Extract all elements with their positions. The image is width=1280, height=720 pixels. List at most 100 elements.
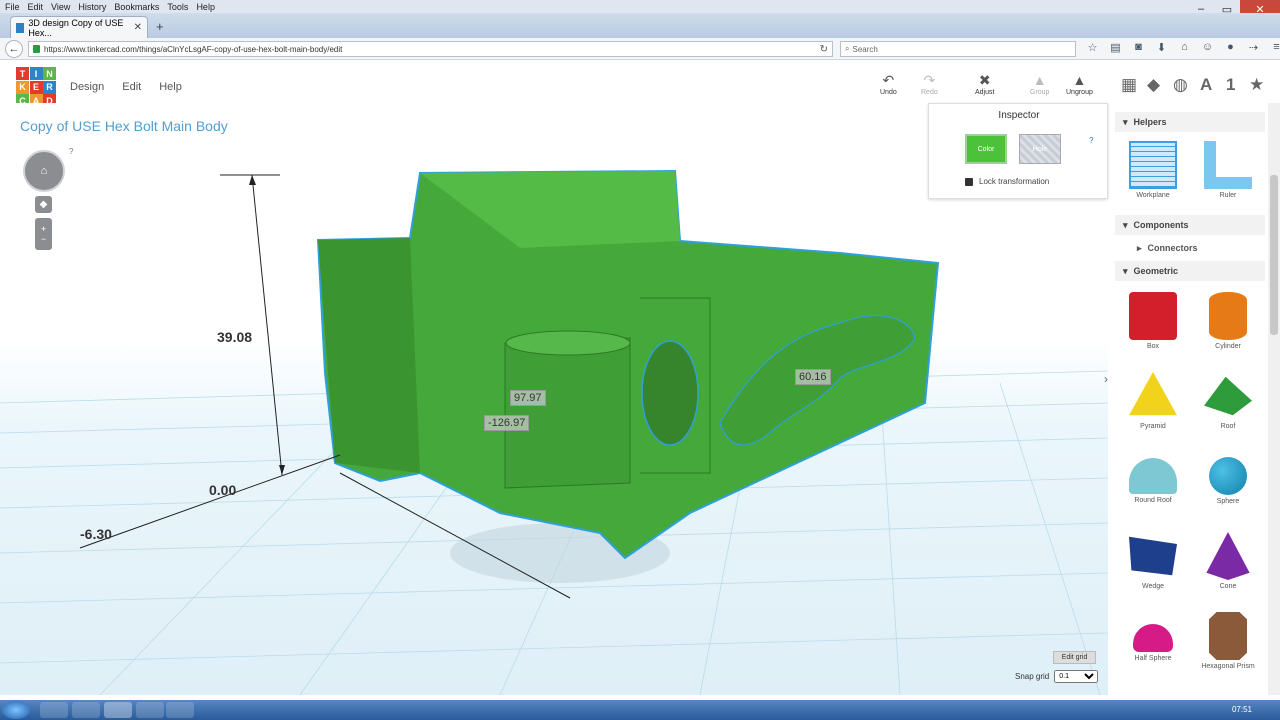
group-label: Group — [1030, 89, 1050, 96]
menu-tools[interactable]: Tools — [167, 2, 188, 12]
start-button[interactable] — [2, 701, 30, 719]
url-bar[interactable]: https://www.tinkercad.com/things/aClnYcL… — [28, 41, 833, 57]
box-label: Box — [1146, 343, 1160, 350]
height-dimension[interactable]: 39.08 — [217, 329, 252, 345]
shape-cone[interactable]: Cone — [1198, 532, 1258, 590]
zoom-out-icon[interactable]: − — [41, 234, 46, 244]
menu-edit[interactable]: Edit — [28, 2, 44, 12]
dimension-box-2[interactable]: -126.97 — [484, 415, 530, 431]
workplane-view-icon[interactable]: ▦ — [1121, 75, 1137, 95]
section-helpers[interactable]: ▾ Helpers — [1115, 112, 1265, 132]
inspector-help-mark[interactable]: ? — [1089, 136, 1093, 145]
sync-icon[interactable]: ☺ — [1200, 41, 1215, 54]
shape-half-sphere[interactable]: Half Sphere — [1123, 612, 1183, 662]
fit-view-button[interactable]: ◆ — [35, 196, 52, 213]
collapse-panel-icon[interactable]: › — [1104, 372, 1108, 386]
app-menu: Design Edit Help — [70, 81, 182, 93]
snap-grid-select[interactable]: 0.1 — [1054, 670, 1099, 683]
adjust-icon: ✖ — [978, 72, 991, 88]
zero-dimension[interactable]: 0.00 — [209, 482, 236, 498]
zoom-control[interactable]: + − — [35, 218, 52, 250]
snap-grid-control: Snap grid 0.1 — [1015, 670, 1099, 683]
round-roof-icon — [1129, 458, 1177, 494]
explorer-icon[interactable] — [40, 702, 68, 718]
home-icon[interactable]: ⌂ — [1177, 41, 1192, 54]
app-menu-design[interactable]: Design — [70, 81, 104, 93]
ie-icon[interactable] — [136, 702, 164, 718]
menu-history[interactable]: History — [78, 2, 106, 12]
bookmark-star-icon[interactable]: ☆ — [1085, 41, 1100, 54]
browser-tab[interactable]: 3D design Copy of USE Hex... ✕ — [10, 16, 148, 38]
shape-box[interactable]: Box — [1123, 292, 1183, 350]
share-icon[interactable]: ⇢ — [1246, 41, 1261, 54]
menu-help[interactable]: Help — [196, 2, 215, 12]
shape-sphere[interactable]: Sphere — [1198, 452, 1258, 505]
cube-view-icon[interactable]: ◆ — [1147, 75, 1160, 95]
media-icon[interactable] — [72, 702, 100, 718]
sphere-view-icon[interactable]: ◍ — [1173, 75, 1188, 95]
firefox-icon[interactable] — [104, 702, 132, 718]
menu-view[interactable]: View — [51, 2, 70, 12]
shape-ruler[interactable]: Ruler — [1198, 141, 1258, 199]
color-swatch[interactable]: Color — [965, 134, 1007, 164]
half-sphere-icon — [1133, 624, 1173, 652]
dimension-box-1[interactable]: 97.97 — [510, 390, 546, 406]
undo-label: Undo — [880, 89, 897, 96]
redo-button[interactable]: ↷ Redo — [921, 72, 938, 96]
half-sphere-label: Half Sphere — [1134, 655, 1172, 662]
nav-help-mark[interactable]: ? — [69, 147, 73, 156]
zoom-in-icon[interactable]: + — [41, 224, 46, 234]
adjust-button[interactable]: ✖ Adjust — [975, 72, 994, 96]
pocket-icon[interactable]: ◙ — [1131, 41, 1146, 54]
x-offset-dimension[interactable]: -6.30 — [80, 526, 112, 542]
edit-grid-button[interactable]: Edit grid — [1053, 651, 1096, 664]
hamburger-menu-icon[interactable]: ≡ — [1269, 41, 1280, 54]
addon-icon[interactable]: ● — [1223, 41, 1238, 54]
undo-button[interactable]: ↶ Undo — [880, 72, 897, 96]
lock-transformation-toggle[interactable]: Lock transformation — [965, 177, 1049, 186]
panel-scrollbar-thumb[interactable] — [1270, 175, 1278, 335]
shape-cylinder[interactable]: Cylinder — [1198, 292, 1258, 350]
close-tab-icon[interactable]: ✕ — [134, 22, 142, 33]
shape-wedge[interactable]: Wedge — [1123, 532, 1183, 590]
favorites-star-icon[interactable]: ★ — [1249, 75, 1264, 95]
section-components[interactable]: ▾ Components — [1115, 215, 1265, 235]
reload-icon[interactable]: ↻ — [820, 44, 828, 55]
app-menu-help[interactable]: Help — [159, 81, 182, 93]
ungroup-button[interactable]: ▲ Ungroup — [1066, 72, 1093, 96]
hole-label: Hole — [1032, 145, 1048, 153]
hole-swatch[interactable]: Hole — [1019, 134, 1061, 164]
browser-menubar: File Edit View History Bookmarks Tools H… — [0, 0, 1280, 13]
number-shapes-icon[interactable]: 1 — [1226, 75, 1235, 95]
new-tab-button[interactable]: + — [156, 19, 164, 34]
shape-round-roof[interactable]: Round Roof — [1123, 452, 1183, 504]
home-view-icon[interactable]: ⌂ — [41, 165, 48, 177]
hex-bolt-model[interactable] — [316, 169, 940, 560]
inspector-title: Inspector — [998, 110, 1040, 121]
browser-toolbar-icons: ☆ ▤ ◙ ⬇ ⌂ ☺ ● ⇢ ≡ — [1085, 41, 1280, 54]
undo-icon: ↶ — [882, 72, 895, 88]
subsection-connectors[interactable]: ▸ Connectors — [1137, 243, 1198, 254]
shape-roof[interactable]: Roof — [1198, 372, 1258, 430]
download-icon[interactable]: ⬇ — [1154, 41, 1169, 54]
app-menu-edit[interactable]: Edit — [122, 81, 141, 93]
menu-file[interactable]: File — [5, 2, 20, 12]
reading-list-icon[interactable]: ▤ — [1108, 41, 1123, 54]
shape-hexagonal-prism[interactable]: Hexagonal Prism — [1198, 612, 1258, 670]
tab-title: 3D design Copy of USE Hex... — [28, 17, 124, 38]
adjust-label: Adjust — [975, 89, 995, 96]
text-shapes-icon[interactable]: A — [1200, 75, 1212, 95]
shape-pyramid[interactable]: Pyramid — [1123, 372, 1183, 430]
record-icon[interactable] — [166, 702, 194, 718]
design-title[interactable]: Copy of USE Hex Bolt Main Body — [20, 118, 228, 134]
shape-workplane[interactable]: Workplane — [1123, 141, 1183, 199]
roof-icon — [1204, 376, 1252, 416]
view-navigation-wheel[interactable]: ⌂ — [23, 150, 65, 192]
back-button[interactable]: ← — [5, 40, 23, 58]
section-geometric[interactable]: ▾ Geometric — [1115, 261, 1265, 281]
tinkercad-logo[interactable]: T I N K E R C A D — [16, 67, 56, 107]
menu-bookmarks[interactable]: Bookmarks — [114, 2, 159, 12]
group-button[interactable]: ▲ Group — [1030, 72, 1049, 96]
search-box[interactable]: ⌕ Search — [840, 41, 1076, 57]
dimension-box-3[interactable]: 60.16 — [795, 369, 831, 385]
